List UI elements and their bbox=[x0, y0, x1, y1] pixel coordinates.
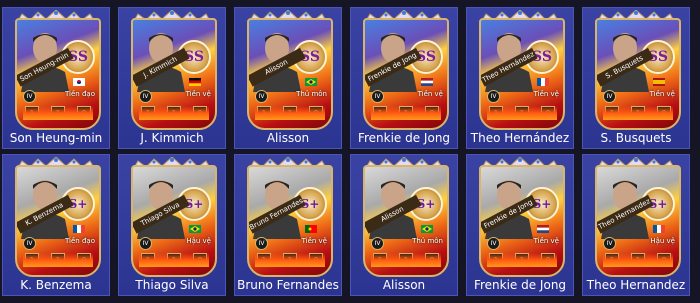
card-body: S+ Alisson Thủ môn IV 1 1 0 bbox=[363, 165, 449, 277]
player-card-tile[interactable]: SS Frenkie de Jong Tiền vệ IV 1 1 0 Fren… bbox=[350, 7, 458, 149]
card-body: S+ K. Benzema Tiền đạo IV 1 1 0 bbox=[15, 165, 101, 277]
card-body: SS Theo Hernández Tiền vệ IV 1 1 0 bbox=[479, 18, 565, 130]
player-name: Thiago Silva bbox=[135, 278, 209, 292]
player-card: S+ Bruno Fernandes Tiền vệ IV 1 1 0 bbox=[244, 157, 333, 277]
fire-decoration bbox=[139, 253, 209, 267]
level-badge: IV bbox=[371, 237, 384, 250]
card-body: S+ Bruno Fernandes Tiền vệ IV 1 1 0 bbox=[247, 165, 333, 277]
level-badge: IV bbox=[487, 90, 500, 103]
player-position: Hậu vệ bbox=[186, 237, 211, 245]
player-card-tile[interactable]: SS Alisson Thủ môn IV 1 1 0 Alisson bbox=[234, 7, 342, 149]
fire-decoration bbox=[371, 253, 441, 267]
player-card-tile[interactable]: SS J. Kimmich Tiền vệ IV 1 1 0 J. Kimmic… bbox=[118, 7, 226, 149]
level-badge: IV bbox=[371, 90, 384, 103]
player-card-tile[interactable]: S+ Bruno Fernandes Tiền vệ IV 1 1 0 Brun… bbox=[234, 154, 342, 296]
player-card-tile[interactable]: SS Theo Hernández Tiền vệ IV 1 1 0 Theo … bbox=[466, 7, 574, 149]
fr-flag-icon bbox=[73, 225, 85, 233]
player-card-tile[interactable]: SS Son Heung-min Tiền đạo IV 1 1 0 Son H… bbox=[2, 7, 110, 149]
level-badge: IV bbox=[603, 237, 616, 250]
player-card: SS J. Kimmich Tiền vệ IV 1 1 0 bbox=[128, 10, 217, 130]
level-badge: IV bbox=[487, 237, 500, 250]
player-card-tile[interactable]: S+ K. Benzema Tiền đạo IV 1 1 0 K. Benze… bbox=[2, 154, 110, 296]
player-position: Tiền đạo bbox=[65, 237, 95, 245]
card-body: SS J. Kimmich Tiền vệ IV 1 1 0 bbox=[131, 18, 217, 130]
player-position: Tiền vệ bbox=[301, 237, 327, 245]
br-flag-icon bbox=[189, 225, 201, 233]
fire-decoration bbox=[255, 253, 325, 267]
fire-decoration bbox=[487, 106, 557, 120]
player-position: Tiền vệ bbox=[533, 90, 559, 98]
fire-decoration bbox=[371, 106, 441, 120]
fr-flag-icon bbox=[653, 225, 665, 233]
level-badge: IV bbox=[139, 90, 152, 103]
es-flag-icon bbox=[653, 78, 665, 86]
player-position: Thủ môn bbox=[296, 90, 327, 98]
player-name: Alisson bbox=[382, 278, 426, 292]
player-card: S+ Alisson Thủ môn IV 1 1 0 bbox=[360, 157, 449, 277]
fire-decoration bbox=[139, 106, 209, 120]
player-name: S. Busquets bbox=[600, 131, 672, 145]
fire-decoration bbox=[255, 106, 325, 120]
card-grid: SS Son Heung-min Tiền đạo IV 1 1 0 Son H… bbox=[0, 0, 700, 303]
nl-flag-icon bbox=[537, 225, 549, 233]
pt-flag-icon bbox=[305, 225, 317, 233]
fire-decoration bbox=[603, 106, 673, 120]
level-badge: IV bbox=[255, 237, 268, 250]
player-position: Tiền vệ bbox=[185, 90, 211, 98]
player-card-tile[interactable]: S+ Theo Hernandez Hậu vệ IV 1 1 0 Theo H… bbox=[582, 154, 690, 296]
player-name: Son Heung-min bbox=[9, 131, 103, 145]
card-body: S+ Frenkie de Jong Tiền vệ IV 1 1 0 bbox=[479, 165, 565, 277]
card-body: SS Alisson Thủ môn IV 1 1 0 bbox=[247, 18, 333, 130]
player-name: Alisson bbox=[266, 131, 310, 145]
player-card: SS Son Heung-min Tiền đạo IV 1 1 0 bbox=[12, 10, 101, 130]
br-flag-icon bbox=[305, 78, 317, 86]
player-name: Theo Hernandez bbox=[586, 278, 686, 292]
player-card: S+ Theo Hernandez Hậu vệ IV 1 1 0 bbox=[592, 157, 681, 277]
fire-decoration bbox=[23, 253, 93, 267]
level-badge: IV bbox=[23, 237, 36, 250]
player-name: K. Benzema bbox=[20, 278, 92, 292]
player-card-tile[interactable]: S+ Alisson Thủ môn IV 1 1 0 Alisson bbox=[350, 154, 458, 296]
br-flag-icon bbox=[421, 225, 433, 233]
player-card-tile[interactable]: SS S. Busquets Tiền vệ IV 1 1 0 S. Busqu… bbox=[582, 7, 690, 149]
card-body: S+ Theo Hernandez Hậu vệ IV 1 1 0 bbox=[595, 165, 681, 277]
level-badge: IV bbox=[603, 90, 616, 103]
player-position: Hậu vệ bbox=[650, 237, 675, 245]
card-body: S+ Thiago Silva Hậu vệ IV 1 1 0 bbox=[131, 165, 217, 277]
fire-decoration bbox=[603, 253, 673, 267]
nl-flag-icon bbox=[421, 78, 433, 86]
de-flag-icon bbox=[189, 78, 201, 86]
player-card: SS Frenkie de Jong Tiền vệ IV 1 1 0 bbox=[360, 10, 449, 130]
fire-decoration bbox=[487, 253, 557, 267]
player-name: Bruno Fernandes bbox=[237, 278, 339, 292]
card-body: SS Son Heung-min Tiền đạo IV 1 1 0 bbox=[15, 18, 101, 130]
kr-flag-icon bbox=[73, 78, 85, 86]
player-position: Tiền đạo bbox=[65, 90, 95, 98]
card-body: SS S. Busquets Tiền vệ IV 1 1 0 bbox=[595, 18, 681, 130]
fr-flag-icon bbox=[537, 78, 549, 86]
player-card-tile[interactable]: S+ Thiago Silva Hậu vệ IV 1 1 0 Thiago S… bbox=[118, 154, 226, 296]
player-card: SS Alisson Thủ môn IV 1 1 0 bbox=[244, 10, 333, 130]
player-name: Frenkie de Jong bbox=[357, 131, 451, 145]
player-card: S+ Frenkie de Jong Tiền vệ IV 1 1 0 bbox=[476, 157, 565, 277]
player-card: S+ K. Benzema Tiền đạo IV 1 1 0 bbox=[12, 157, 101, 277]
player-name: Frenkie de Jong bbox=[473, 278, 567, 292]
player-name: Theo Hernández bbox=[470, 131, 570, 145]
player-name: J. Kimmich bbox=[140, 131, 204, 145]
player-card-tile[interactable]: S+ Frenkie de Jong Tiền vệ IV 1 1 0 Fren… bbox=[466, 154, 574, 296]
level-badge: IV bbox=[255, 90, 268, 103]
player-position: Tiền vệ bbox=[533, 237, 559, 245]
player-card: SS S. Busquets Tiền vệ IV 1 1 0 bbox=[592, 10, 681, 130]
player-position: Tiền vệ bbox=[417, 90, 443, 98]
level-badge: IV bbox=[139, 237, 152, 250]
card-body: SS Frenkie de Jong Tiền vệ IV 1 1 0 bbox=[363, 18, 449, 130]
player-card: SS Theo Hernández Tiền vệ IV 1 1 0 bbox=[476, 10, 565, 130]
player-position: Thủ môn bbox=[412, 237, 443, 245]
level-badge: IV bbox=[23, 90, 36, 103]
player-card: S+ Thiago Silva Hậu vệ IV 1 1 0 bbox=[128, 157, 217, 277]
player-position: Tiền vệ bbox=[649, 90, 675, 98]
fire-decoration bbox=[23, 106, 93, 120]
